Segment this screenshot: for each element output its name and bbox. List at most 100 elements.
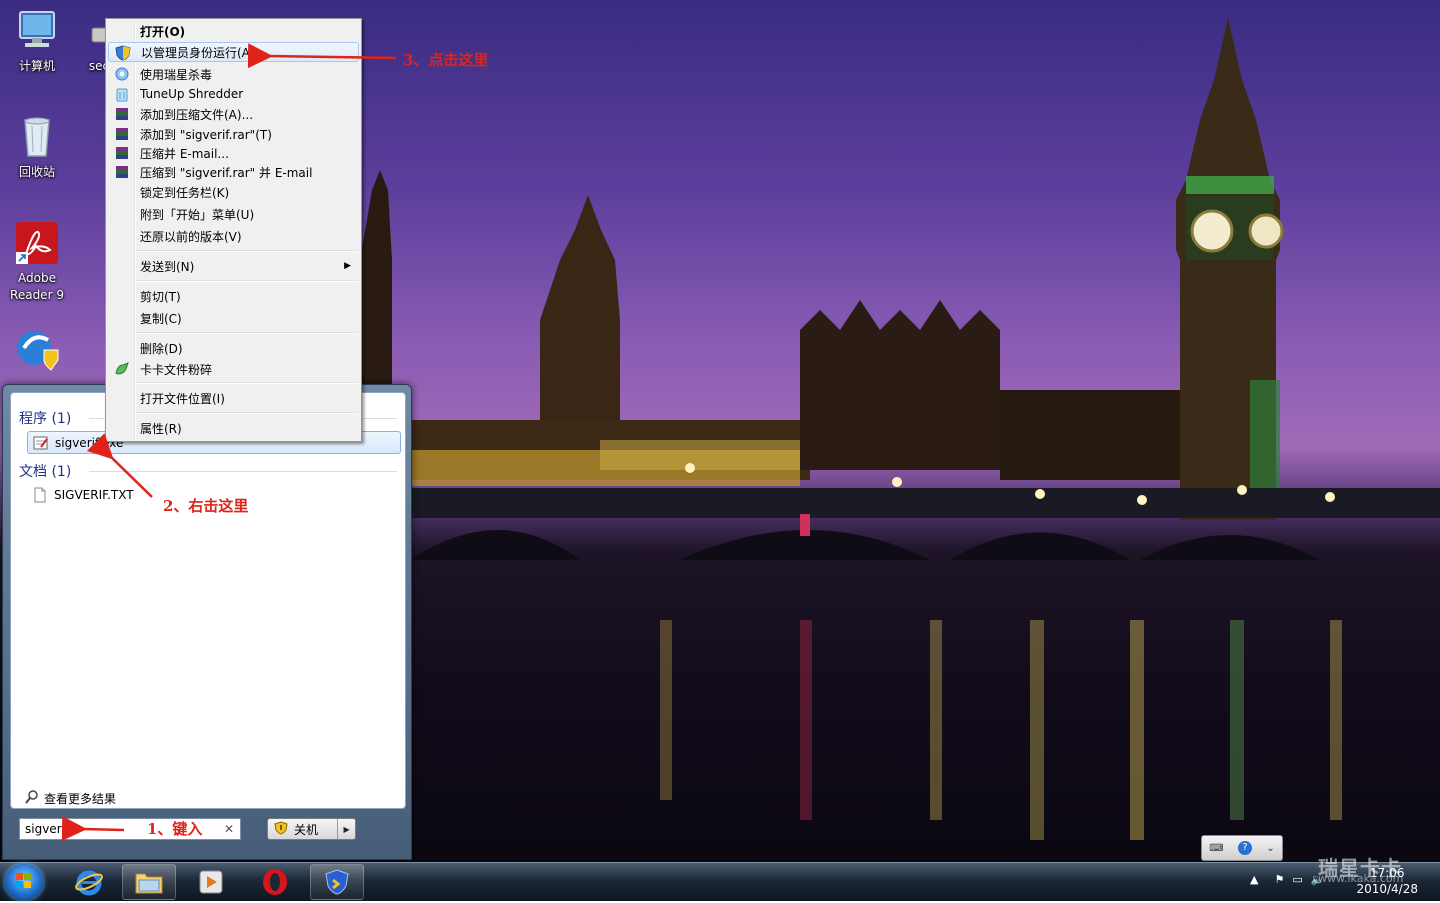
- menu-item-copy[interactable]: 复制(C): [108, 308, 359, 328]
- desktop-icon-label: Adobe Reader 9: [10, 271, 64, 302]
- adobe-reader-icon: [14, 220, 60, 266]
- menu-item-label: 以管理员身份运行(A): [141, 45, 255, 60]
- desktop-icon-computer[interactable]: 计算机: [0, 8, 74, 75]
- shutdown-button[interactable]: 关机: [268, 820, 337, 838]
- desktop-icon-label: 回收站: [18, 165, 55, 179]
- menu-item-pin-taskbar[interactable]: 锁定到任务栏(K): [108, 182, 359, 202]
- watermark-url: www.ikaka.com: [1318, 872, 1404, 885]
- menu-item-label: 添加到压缩文件(A)...: [140, 107, 254, 122]
- menu-item-restore-versions[interactable]: 还原以前的版本(V): [108, 226, 359, 246]
- media-player-icon: [199, 870, 223, 894]
- menu-item-label: 卡卡文件粉碎: [140, 362, 213, 377]
- menu-item-label: 复制(C): [140, 311, 182, 326]
- documents-group-header: 文档 (1): [19, 464, 72, 480]
- network-icon[interactable]: ▭: [1292, 873, 1302, 886]
- menu-item-label: 压缩到 "sigverif.rar" 并 E-mail: [140, 165, 313, 180]
- desktop-icon-recycle-bin[interactable]: 回收站: [0, 114, 74, 181]
- menu-item-pin-start-menu[interactable]: 附到「开始」菜单(U): [108, 204, 359, 224]
- menu-item-cut[interactable]: 剪切(T): [108, 286, 359, 306]
- desktop-icon-adobe-reader[interactable]: Adobe Reader 9: [0, 220, 74, 304]
- menu-item-send-to[interactable]: 发送到(N) ▶: [108, 256, 359, 276]
- recycle-bin-icon: [14, 114, 60, 160]
- shield-app-icon: [14, 326, 60, 372]
- show-hidden-icons-icon[interactable]: ▲: [1250, 873, 1258, 886]
- menu-item-label: 附到「开始」菜单(U): [140, 207, 255, 222]
- chevron-down-icon[interactable]: ⌄: [1266, 843, 1274, 854]
- taskbar-media-player-button[interactable]: [184, 864, 238, 900]
- submenu-arrow-icon: ▶: [344, 261, 351, 271]
- menu-item-label: 发送到(N): [140, 259, 195, 274]
- document-result-label: SIGVERIF.TXT: [54, 487, 134, 502]
- taskbar-ie-button[interactable]: [62, 864, 116, 900]
- menu-item-rising-scan[interactable]: 使用瑞星杀毒: [108, 64, 359, 84]
- taskbar-explorer-button[interactable]: [122, 864, 176, 900]
- sigverif-exe-icon: [33, 435, 49, 451]
- desktop-icon-security-app[interactable]: [0, 326, 74, 376]
- uac-shield-icon: [115, 45, 131, 61]
- menu-item-compress-email[interactable]: 压缩并 E-mail...: [108, 143, 359, 163]
- winrar-icon: [114, 126, 130, 142]
- menu-separator: [136, 332, 359, 334]
- menu-item-tuneup-shredder[interactable]: TuneUp Shredder: [108, 84, 359, 104]
- menu-item-kaka-shred[interactable]: 卡卡文件粉碎: [108, 359, 359, 379]
- computer-icon: [14, 8, 60, 54]
- rising-antivirus-icon: [114, 66, 130, 82]
- windows-logo-icon: [16, 873, 31, 888]
- menu-item-add-to-rar[interactable]: 添加到 "sigverif.rar"(T): [108, 124, 359, 144]
- menu-item-label: 删除(D): [140, 341, 183, 356]
- menu-item-add-to-archive[interactable]: 添加到压缩文件(A)...: [108, 104, 359, 124]
- winrar-icon: [114, 106, 130, 122]
- taskbar-security-button[interactable]: [310, 864, 364, 900]
- context-menu: 打开(O) 以管理员身份运行(A) 使用瑞星杀毒 TuneUp Shredder…: [105, 18, 362, 442]
- start-button[interactable]: [5, 864, 43, 900]
- menu-item-label: 压缩并 E-mail...: [140, 146, 229, 161]
- see-more-results-link[interactable]: 查看更多结果: [25, 790, 116, 807]
- shutdown-button-group: 关机 ▶: [267, 818, 356, 840]
- programs-group-header: 程序 (1): [19, 411, 72, 427]
- menu-item-label: 剪切(T): [140, 289, 181, 304]
- menu-separator: [136, 412, 359, 414]
- see-more-label: 查看更多结果: [44, 792, 117, 806]
- taskbar: ▲ ⚑ ▭ 🔈 17:06 2010/4/28: [0, 862, 1440, 901]
- menu-item-delete[interactable]: 删除(D): [108, 338, 359, 358]
- shredder-icon: [114, 86, 130, 102]
- annotation-step1: 1、键入: [147, 820, 203, 838]
- shield-icon: [325, 869, 349, 895]
- menu-item-properties[interactable]: 属性(R): [108, 418, 359, 438]
- start-search-box[interactable]: ✕: [19, 818, 241, 840]
- menu-separator: [136, 280, 359, 282]
- flag-icon[interactable]: ⚑: [1274, 873, 1284, 886]
- opera-icon: [263, 869, 287, 895]
- group-divider: [89, 471, 397, 472]
- menu-item-label: 还原以前的版本(V): [140, 229, 242, 244]
- menu-item-label: TuneUp Shredder: [140, 87, 244, 101]
- menu-item-label: 打开文件位置(I): [140, 391, 225, 406]
- menu-item-label: 添加到 "sigverif.rar"(T): [140, 127, 272, 142]
- text-file-icon: [32, 487, 48, 503]
- desktop-icon-label: 计算机: [18, 59, 55, 73]
- keyboard-icon: ⌨: [1209, 842, 1224, 854]
- annotation-step2: 2、右击这里: [163, 497, 249, 515]
- menu-item-open-file-location[interactable]: 打开文件位置(I): [108, 388, 359, 408]
- shutdown-label: 关机: [294, 822, 319, 837]
- clear-search-icon[interactable]: ✕: [224, 822, 234, 836]
- menu-separator: [136, 250, 359, 252]
- kaka-shredder-icon: [114, 361, 130, 377]
- menu-item-open[interactable]: 打开(O): [108, 21, 359, 41]
- menu-item-run-as-admin[interactable]: 以管理员身份运行(A): [108, 42, 359, 62]
- search-results-pane: 程序 (1) sigverif.exe 文档 (1) SIGVERIF.TXT …: [10, 392, 406, 809]
- shutdown-options-arrow[interactable]: ▶: [337, 819, 355, 839]
- menu-separator: [136, 382, 359, 384]
- menu-item-label: 使用瑞星杀毒: [140, 67, 213, 82]
- help-icon[interactable]: ?: [1238, 841, 1253, 855]
- search-icon: [25, 790, 39, 807]
- language-bar[interactable]: ⌨ ? ⌄: [1201, 835, 1283, 861]
- winrar-icon: [114, 145, 130, 161]
- menu-item-label: 锁定到任务栏(K): [140, 185, 230, 200]
- winrar-icon: [114, 164, 130, 180]
- menu-item-compress-rar-email[interactable]: 压缩到 "sigverif.rar" 并 E-mail: [108, 162, 359, 182]
- menu-item-label: 属性(R): [140, 421, 182, 436]
- start-menu: 程序 (1) sigverif.exe 文档 (1) SIGVERIF.TXT …: [2, 384, 412, 860]
- taskbar-opera-button[interactable]: [248, 864, 302, 900]
- internet-explorer-icon: [75, 870, 103, 896]
